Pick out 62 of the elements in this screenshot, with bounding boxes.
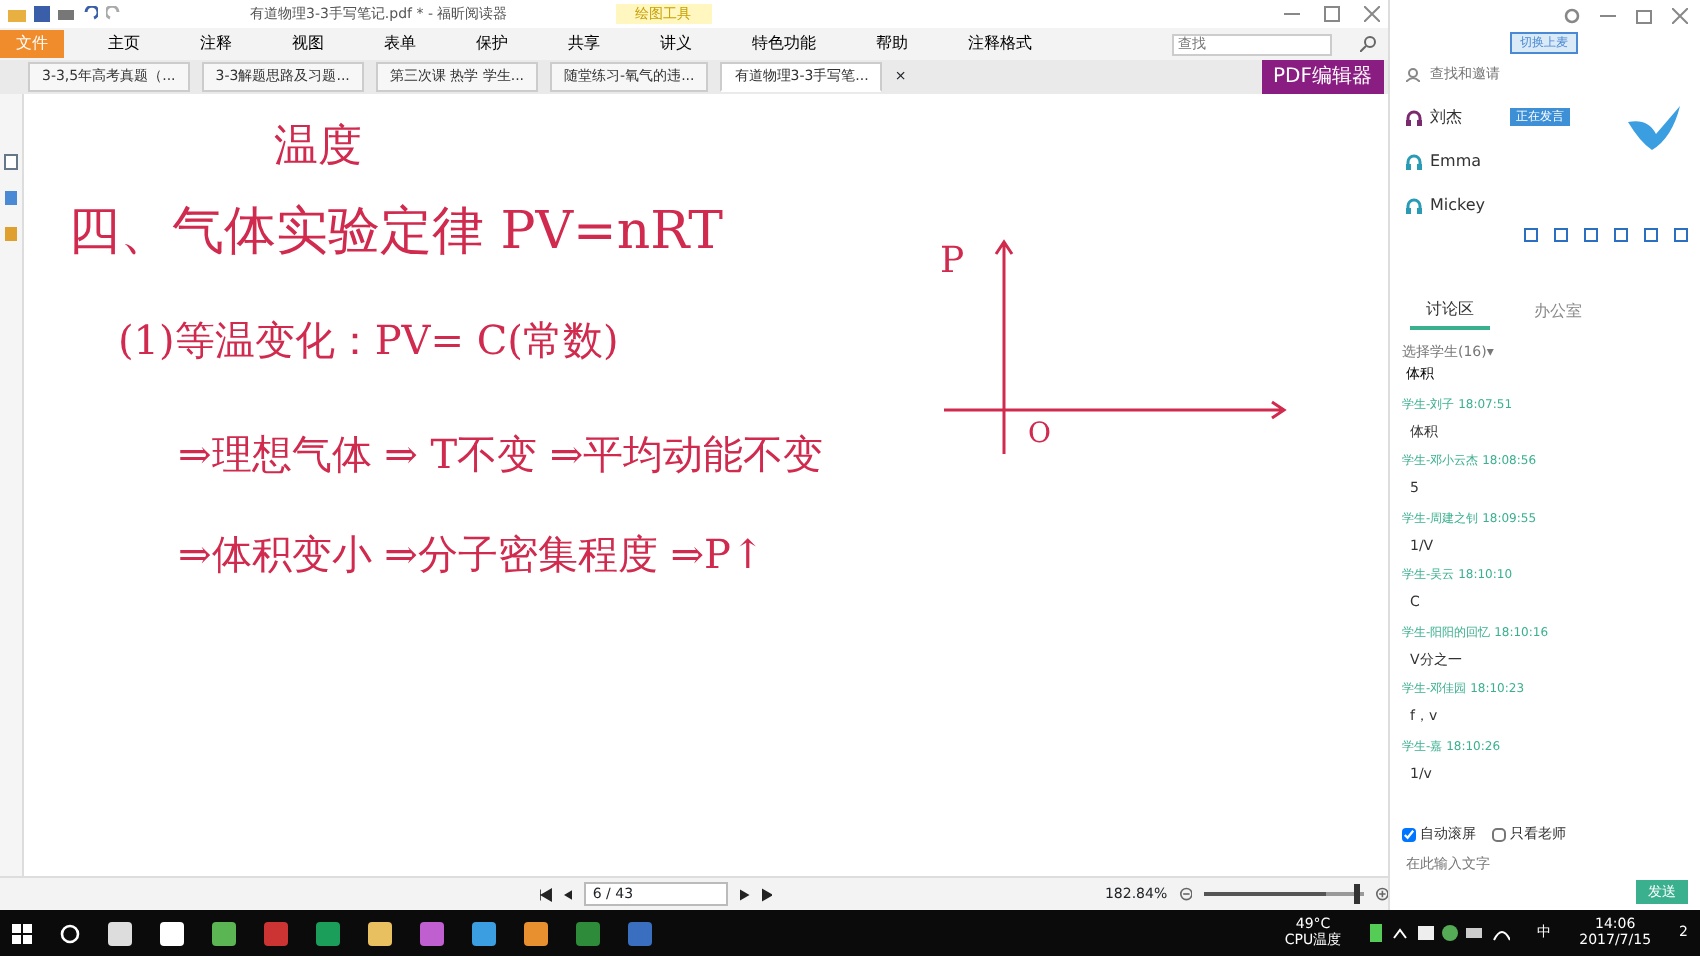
page-icon[interactable]: [4, 154, 18, 170]
origin-label: O: [1028, 416, 1051, 454]
axis-label: P: [940, 238, 965, 286]
handwritten-note: (1)等温变化：PV= C(常数): [118, 314, 619, 368]
pdf-editor-button[interactable]: PDF编辑器: [1261, 60, 1384, 94]
zoom-in-icon[interactable]: [1375, 886, 1389, 902]
close-icon[interactable]: [1364, 6, 1380, 22]
taskbar-app-icon[interactable]: [524, 921, 548, 945]
search-icon[interactable]: [1360, 36, 1376, 52]
handwritten-note: 四、气体实验定律 PV=nRT: [68, 200, 724, 266]
person-search-icon: [1406, 67, 1420, 82]
tool-icon[interactable]: [1524, 227, 1538, 241]
member-item[interactable]: Emma: [1390, 139, 1700, 183]
taskbar-app-icon[interactable]: [108, 921, 132, 945]
next-page-icon[interactable]: [740, 887, 750, 901]
tool-icon[interactable]: [1644, 227, 1658, 241]
taskbar-app-icon[interactable]: [160, 921, 184, 945]
member-item[interactable]: Mickey: [1390, 183, 1700, 227]
panel-tab[interactable]: 办公室: [1518, 295, 1598, 327]
tool-icon[interactable]: [1584, 227, 1598, 241]
checkbox[interactable]: [1402, 827, 1416, 842]
tool-icon[interactable]: [1614, 227, 1628, 241]
menu-item[interactable]: 主页: [92, 30, 156, 58]
handwritten-note: ⇒理想气体 ⇒ T不变 ⇒平均动能不变: [178, 428, 824, 482]
previous-page-icon[interactable]: [563, 887, 573, 901]
menu-item[interactable]: 注释: [184, 30, 248, 58]
member-name: 刘杰: [1430, 105, 1462, 129]
menu-item[interactable]: 共享: [552, 30, 616, 58]
restore-icon[interactable]: [1636, 8, 1652, 24]
tool-icon[interactable]: [1554, 227, 1568, 241]
taskbar-app-icon[interactable]: [472, 921, 496, 945]
handwritten-note: ⇒体积变小 ⇒分子密集程度 ⇒P↑: [178, 528, 765, 582]
tray-icons-drawing: [1369, 924, 1510, 942]
member-name: Emma: [1430, 149, 1482, 173]
print-icon[interactable]: [58, 6, 74, 22]
maximize-icon[interactable]: [1324, 6, 1340, 22]
taskbar-app-icon[interactable]: [368, 921, 392, 945]
settings-icon[interactable]: [1564, 8, 1580, 24]
handwritten-note: 温度: [274, 120, 362, 176]
bookmark-icon[interactable]: [4, 190, 18, 206]
search-circle-icon[interactable]: [60, 923, 80, 943]
undo-icon[interactable]: [82, 6, 98, 22]
menu-item[interactable]: 讲义: [644, 30, 708, 58]
checkbox[interactable]: [1492, 827, 1506, 842]
menu-item[interactable]: 保护: [460, 30, 524, 58]
slider-thumb[interactable]: [1354, 884, 1361, 904]
menu-item[interactable]: 视图: [276, 30, 340, 58]
last-page-icon[interactable]: [761, 887, 773, 901]
clip-icon[interactable]: [4, 226, 18, 242]
windows-start-icon[interactable]: [12, 923, 32, 943]
close-icon[interactable]: [1672, 8, 1688, 24]
member-name: Mickey: [1430, 193, 1486, 217]
taskbar-app-icon[interactable]: [212, 921, 236, 945]
panel-tab[interactable]: 讨论区: [1410, 293, 1490, 329]
menu-item[interactable]: 特色功能: [736, 30, 832, 58]
menu-item[interactable]: 表单: [368, 30, 432, 58]
zoom-out-icon[interactable]: [1179, 886, 1192, 902]
first-page-icon[interactable]: [540, 887, 552, 901]
menu-item[interactable]: 注释格式: [952, 30, 1048, 58]
taskbar-app-icon[interactable]: [316, 921, 340, 945]
tool-icon[interactable]: [1674, 227, 1688, 241]
menu-item[interactable]: 帮助: [860, 30, 924, 58]
